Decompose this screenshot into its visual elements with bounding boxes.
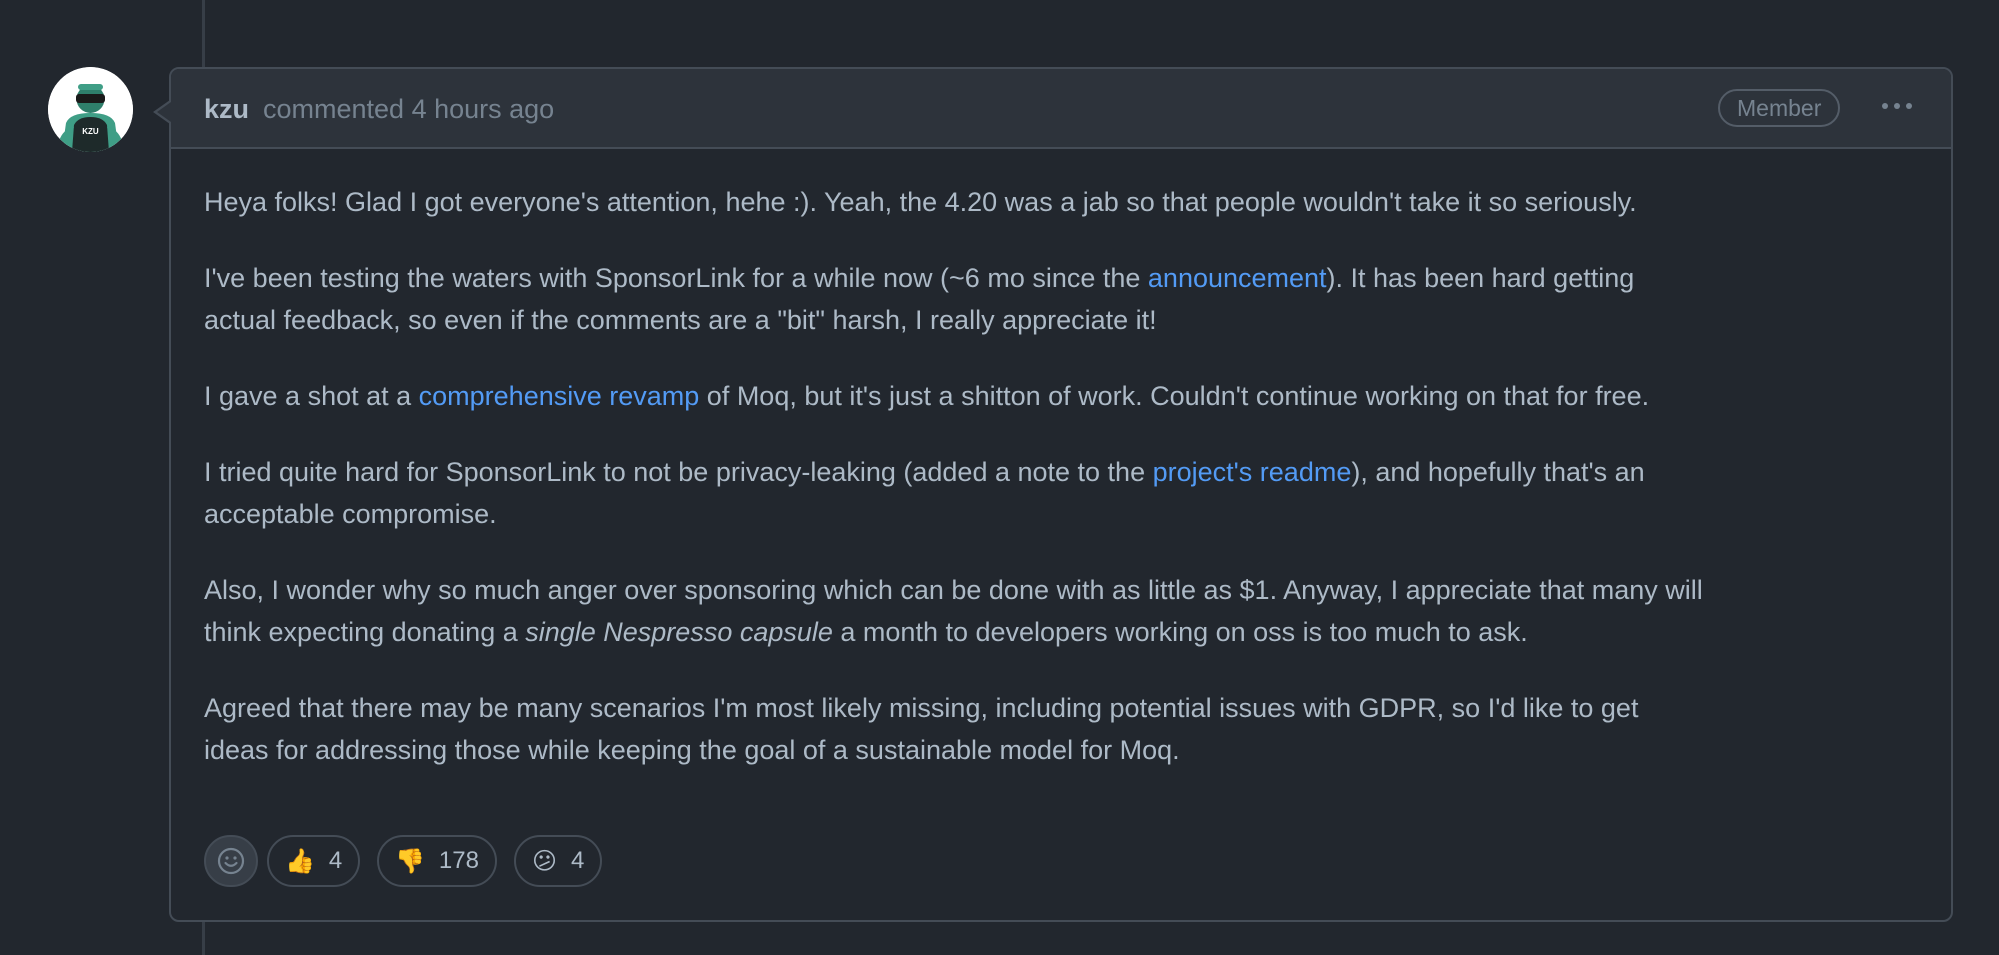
kebab-dot-icon	[1882, 103, 1888, 109]
paragraph-text: of Moq, but it's just a shitton of work.…	[699, 381, 1650, 411]
confused-face-icon: 😕	[532, 847, 558, 875]
paragraph-5: Also, I wonder why so much anger over sp…	[204, 569, 1924, 653]
paragraph-text: a month to developers working on oss is …	[832, 617, 1528, 647]
reaction-count: 4	[571, 847, 585, 874]
timeline-line-top	[202, 0, 205, 68]
member-badge: Member	[1718, 89, 1841, 127]
comment-author[interactable]: kzu	[204, 94, 249, 125]
reaction-confused[interactable]: 😕 4	[514, 835, 603, 887]
reaction-count: 4	[328, 847, 343, 874]
thumbs-down-icon: 👎	[395, 847, 425, 875]
paragraph-6: Agreed that there may be many scenarios …	[204, 687, 1924, 771]
paragraph-text: think expecting donating a	[204, 617, 526, 647]
avatar[interactable]: KZU	[48, 67, 133, 152]
more-options-button[interactable]	[1873, 87, 1921, 125]
comment-box: kzu commented 4 hours ago Member Heya fo…	[169, 67, 1953, 922]
paragraph-2: I've been testing the waters with Sponso…	[204, 257, 1924, 341]
emphasis-text: single Nespresso capsule	[525, 617, 833, 647]
add-reaction-button[interactable]	[204, 835, 258, 887]
kebab-dot-icon	[1894, 103, 1900, 109]
paragraph-text: Also, I wonder why so much anger over sp…	[204, 575, 1703, 605]
announcement-link[interactable]: announcement	[1148, 263, 1327, 293]
paragraph-text: I tried quite hard for SponsorLink to no…	[204, 457, 1153, 487]
paragraph-text: ideas for addressing those while keeping…	[204, 735, 1180, 765]
paragraph-1: Heya folks! Glad I got everyone's attent…	[204, 181, 1924, 223]
smiley-icon	[217, 847, 245, 875]
timeline-line-bottom	[202, 922, 205, 955]
paragraph-text: acceptable compromise.	[204, 499, 497, 529]
paragraph-text: I've been testing the waters with Sponso…	[204, 263, 1148, 293]
paragraph-text: ), and hopefully that's an	[1351, 457, 1645, 487]
paragraph-4: I tried quite hard for SponsorLink to no…	[204, 451, 1924, 535]
comment-timestamp[interactable]: commented 4 hours ago	[263, 94, 554, 125]
reaction-count: 178	[438, 847, 479, 874]
project-readme-link[interactable]: project's readme	[1153, 457, 1352, 487]
paragraph-text: I gave a shot at a	[204, 381, 419, 411]
paragraph-text: actual feedback, so even if the comments…	[204, 305, 1157, 335]
reaction-thumbs-down[interactable]: 👎 178	[377, 835, 497, 887]
comprehensive-revamp-link[interactable]: comprehensive revamp	[419, 381, 700, 411]
avatar-image: KZU	[48, 67, 133, 152]
paragraph-3: I gave a shot at a comprehensive revamp …	[204, 375, 1924, 417]
comment-header: kzu commented 4 hours ago Member	[171, 69, 1951, 149]
reaction-thumbs-up[interactable]: 👍 4	[267, 835, 361, 887]
paragraph-text: ). It has been hard getting	[1326, 263, 1635, 293]
comment-pointer-fill	[157, 102, 171, 122]
kebab-dot-icon	[1906, 103, 1912, 109]
thumbs-up-icon: 👍	[285, 847, 315, 875]
paragraph-text: Agreed that there may be many scenarios …	[204, 693, 1639, 723]
avatar-label: KZU	[82, 127, 99, 136]
paragraph-text: Heya folks! Glad I got everyone's attent…	[204, 187, 1637, 217]
